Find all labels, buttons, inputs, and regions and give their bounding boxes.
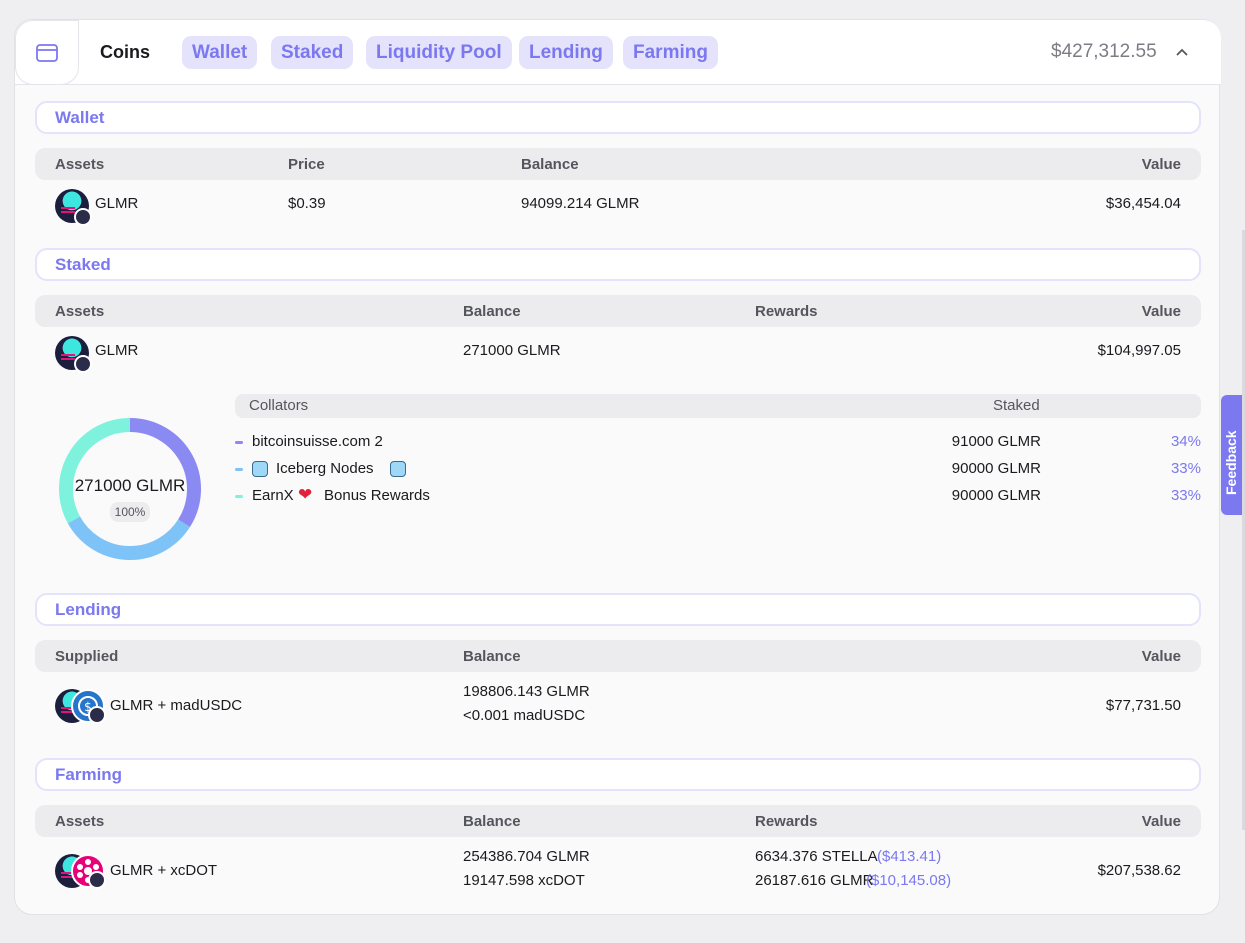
total-value: $427,312.55: [1051, 41, 1157, 62]
lending-table-header: Supplied Balance Value: [35, 640, 1201, 672]
asset-balance-1: 198806.143 GLMR: [463, 683, 590, 700]
col-balance: Balance: [463, 648, 521, 665]
tab-wallet[interactable]: Wallet: [182, 36, 258, 69]
donut-total: 271000 GLMR: [74, 476, 186, 495]
collator-name-suffix: Bonus Rewards: [324, 487, 430, 504]
tab-lending[interactable]: Lending: [519, 36, 613, 69]
collator-name: Iceberg Nodes: [276, 460, 374, 477]
table-row[interactable]: $ GLMR + madUSDC 198806.143 GLMR <0.001 …: [35, 679, 1201, 731]
glmr-icon: [55, 189, 92, 226]
asset-balance-2: <0.001 madUSDC: [463, 707, 586, 724]
col-value: Value: [1141, 813, 1181, 830]
wallet-icon: [36, 43, 58, 62]
col-collators: Collators: [249, 397, 309, 414]
staked-table-header: Assets Balance Rewards Value: [35, 295, 1201, 327]
coins-title: Coins: [100, 42, 151, 62]
coins-card: Coins Wallet Staked Liquidity Pool Lendi…: [14, 19, 1221, 915]
wallet-icon-box: [15, 20, 79, 85]
coins-header[interactable]: Coins Wallet Staked Liquidity Pool Lendi…: [15, 20, 1221, 85]
usdc-icon: $: [71, 689, 106, 724]
asset-balance: 271000 GLMR: [463, 342, 561, 359]
legend-dot: [235, 495, 243, 498]
collator-row[interactable]: EarnX ❤ Bonus Rewards 90000 GLMR 33%: [235, 485, 1201, 507]
chevron-up-icon[interactable]: [1175, 45, 1189, 59]
donut-pct: 100%: [110, 502, 150, 522]
col-value: Value: [1141, 156, 1181, 173]
section-staked[interactable]: Staked: [35, 248, 1201, 281]
collator-row[interactable]: Iceberg Nodes 90000 GLMR 33%: [235, 458, 1201, 480]
section-wallet[interactable]: Wallet: [35, 101, 1201, 134]
heart-icon: ❤: [298, 485, 313, 504]
moonbeam-badge-icon: [88, 706, 106, 724]
col-balance: Balance: [463, 303, 521, 320]
wallet-table-header: Assets Price Balance Value: [35, 148, 1201, 180]
collator-name: bitcoinsuisse.com 2: [252, 433, 383, 450]
asset-price: $0.39: [288, 195, 326, 212]
donut-center: 271000 GLMR 100%: [55, 414, 205, 564]
asset-value: $207,538.62: [1097, 862, 1181, 879]
asset-name: GLMR + xcDOT: [110, 862, 218, 879]
col-staked: Staked: [993, 397, 1040, 414]
col-price: Price: [288, 156, 325, 173]
col-balance: Balance: [463, 813, 521, 830]
moonbeam-badge-icon: [74, 208, 92, 226]
ice-cube-icon: [252, 461, 268, 477]
col-assets: Assets: [55, 813, 105, 830]
asset-balance: 94099.214 GLMR: [521, 195, 640, 212]
asset-name: GLMR: [95, 195, 139, 212]
table-row[interactable]: GLMR $0.39 94099.214 GLMR $36,454.04: [35, 187, 1201, 227]
collator-staked: 91000 GLMR: [951, 433, 1041, 450]
reward-2-usd: ($10,145.08): [866, 872, 952, 889]
col-value: Value: [1141, 648, 1181, 665]
tab-farming[interactable]: Farming: [623, 36, 718, 69]
asset-name: GLMR: [95, 342, 139, 359]
collator-pct: 34%: [1170, 433, 1201, 450]
asset-balance-2: 19147.598 xcDOT: [463, 872, 585, 889]
farming-table-header: Assets Balance Rewards Value: [35, 805, 1201, 837]
collators-header: Collators Staked: [235, 394, 1201, 418]
col-assets: Assets: [55, 156, 105, 173]
reward-1-usd: ($413.41): [877, 848, 942, 865]
feedback-label: Feedback: [1223, 430, 1239, 495]
collator-row[interactable]: bitcoinsuisse.com 2 91000 GLMR 34%: [235, 431, 1201, 453]
xcdot-icon: [71, 854, 106, 889]
asset-value: $36,454.04: [1105, 195, 1181, 212]
col-rewards: Rewards: [755, 303, 818, 320]
section-lending[interactable]: Lending: [35, 593, 1201, 626]
moonbeam-badge-icon: [88, 871, 106, 889]
col-rewards: Rewards: [755, 813, 818, 830]
table-row[interactable]: GLMR + xcDOT 254386.704 GLMR 19147.598 x…: [35, 844, 1201, 896]
ice-cube-icon: [390, 461, 406, 477]
col-supplied: Supplied: [55, 648, 119, 665]
asset-value: $77,731.50: [1105, 697, 1181, 714]
tab-liquidity-pool[interactable]: Liquidity Pool: [366, 36, 512, 69]
moonbeam-badge-icon: [74, 355, 92, 373]
col-value: Value: [1141, 303, 1181, 320]
reward-2: 26187.616 GLMR: [755, 872, 874, 889]
legend-dot: [235, 468, 243, 471]
reward-1: 6634.376 STELLA: [755, 848, 878, 865]
tab-staked[interactable]: Staked: [271, 36, 354, 69]
collator-staked: 90000 GLMR: [951, 487, 1041, 504]
glmr-icon: [55, 336, 92, 373]
asset-value: $104,997.05: [1097, 342, 1181, 359]
collator-staked: 90000 GLMR: [951, 460, 1041, 477]
table-row[interactable]: GLMR 271000 GLMR $104,997.05: [35, 334, 1201, 374]
collator-pct: 33%: [1170, 460, 1201, 477]
asset-name: GLMR + madUSDC: [110, 697, 243, 714]
section-farming[interactable]: Farming: [35, 758, 1201, 791]
asset-balance-1: 254386.704 GLMR: [463, 848, 590, 865]
legend-dot: [235, 441, 243, 444]
collator-name: EarnX: [252, 487, 294, 504]
col-balance: Balance: [521, 156, 579, 173]
collator-pct: 33%: [1170, 487, 1201, 504]
col-assets: Assets: [55, 303, 105, 320]
